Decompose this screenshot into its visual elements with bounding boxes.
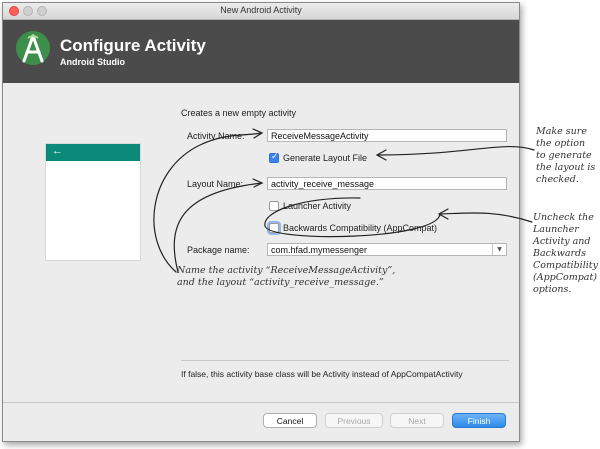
activity-preview: ← <box>45 143 141 261</box>
activity-name-label: Activity Name: <box>187 131 245 141</box>
generate-layout-checkbox[interactable] <box>269 152 279 163</box>
backwards-compat-label: Backwards Compatibility (AppCompat) <box>283 223 438 233</box>
separator <box>181 360 509 361</box>
dialog-subtitle: Android Studio <box>60 57 125 67</box>
android-studio-logo-icon <box>16 31 50 65</box>
layout-name-input[interactable]: activity_receive_message <box>267 177 507 190</box>
generate-layout-label: Generate Layout File <box>283 153 368 163</box>
dialog-footer: Cancel Previous Next Finish <box>3 402 519 441</box>
note-generate-layout: Make sure the option to generate the lay… <box>536 126 596 185</box>
activity-name-input[interactable]: ReceiveMessageActivity <box>267 129 507 142</box>
template-description: Creates a new empty activity <box>181 108 297 118</box>
preview-app-bar: ← <box>46 144 140 161</box>
dialog-header: Configure Activity Android Studio <box>3 20 519 83</box>
launcher-activity-checkbox[interactable] <box>269 201 279 211</box>
cancel-button[interactable]: Cancel <box>263 413 317 428</box>
previous-button[interactable]: Previous <box>325 413 383 428</box>
title-bar: New Android Activity <box>3 3 519 20</box>
new-android-activity-dialog: New Android Activity Configure Activity … <box>2 2 520 442</box>
note-uncheck-options: Uncheck the Launcher Activity and Backwa… <box>533 212 598 295</box>
package-name-select[interactable]: com.hfad.mymessenger ▼ <box>267 243 507 256</box>
finish-button[interactable]: Finish <box>452 413 506 428</box>
dialog-body: Creates a new empty activity ← Activity … <box>3 83 519 403</box>
launcher-activity-label: Launcher Activity <box>283 201 352 211</box>
backwards-compat-checkbox[interactable] <box>269 223 279 233</box>
layout-name-label: Layout Name: <box>187 179 244 189</box>
package-name-label: Package name: <box>187 245 250 255</box>
info-text: If false, this activity base class will … <box>181 369 463 379</box>
chevron-down-icon[interactable]: ▼ <box>492 244 506 255</box>
note-name-activity: Name the activity “ReceiveMessageActivit… <box>177 265 396 288</box>
dialog-title: Configure Activity <box>60 36 206 55</box>
package-name-value: com.hfad.mymessenger <box>271 245 368 255</box>
back-arrow-icon: ← <box>52 145 63 157</box>
window-title: New Android Activity <box>220 5 302 15</box>
next-button[interactable]: Next <box>390 413 444 428</box>
